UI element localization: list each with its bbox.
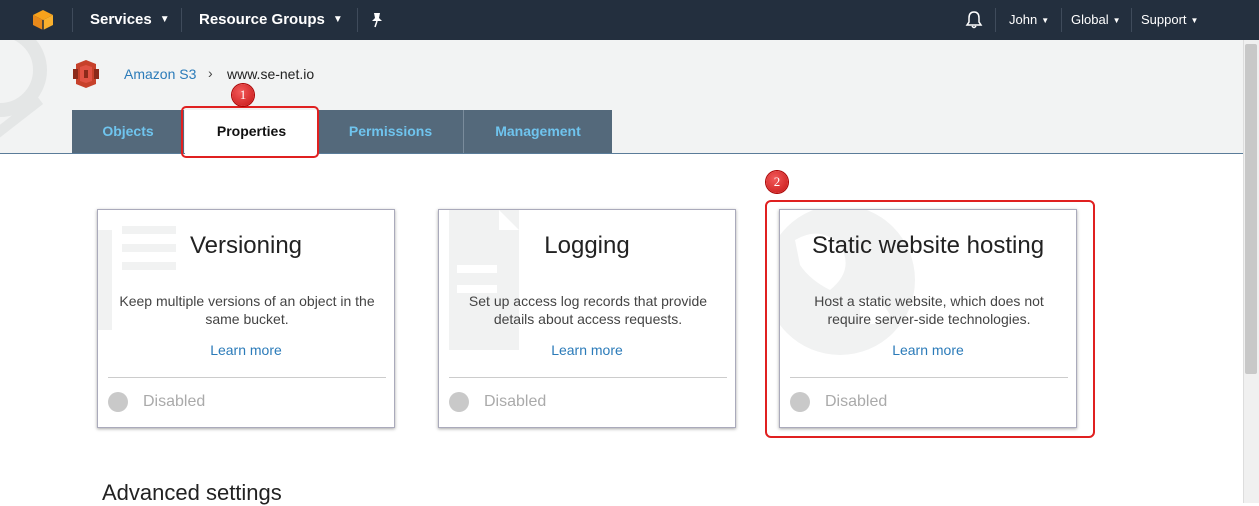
nav-divider xyxy=(1131,8,1132,32)
support-label: Support xyxy=(1141,12,1187,27)
tab-objects[interactable]: Objects xyxy=(72,110,184,153)
nav-divider xyxy=(1061,8,1062,32)
chevron-down-icon: ▼ xyxy=(332,14,343,26)
status-text: Disabled xyxy=(484,393,547,410)
region-label: Global xyxy=(1071,12,1109,27)
user-menu[interactable]: John ▼ xyxy=(1009,0,1049,40)
nav-divider xyxy=(357,8,358,32)
top-navigation-bar: Services ▼ Resource Groups ▼ John ▼ Global ▼… xyxy=(0,0,1259,40)
caret-down-icon: ▼ xyxy=(1112,15,1121,25)
properties-tab-highlight xyxy=(181,106,319,158)
s3-bucket-icon xyxy=(73,60,99,88)
breadcrumb-separator: › xyxy=(208,65,213,81)
caret-down-icon: ▼ xyxy=(1190,15,1199,25)
logging-card[interactable]: Logging Set up access log records that p… xyxy=(438,209,736,428)
chevron-down-icon: ▼ xyxy=(159,14,170,26)
card-description: Keep multiple versions of an object in t… xyxy=(119,293,375,327)
breadcrumb-amazon-s3-link[interactable]: Amazon S3 xyxy=(124,66,196,82)
card-divider xyxy=(449,377,727,378)
card-divider xyxy=(108,377,386,378)
caret-down-icon: ▼ xyxy=(1041,15,1050,25)
services-label: Services xyxy=(90,11,152,28)
resource-groups-menu[interactable]: Resource Groups ▼ xyxy=(199,0,343,40)
status-indicator-icon xyxy=(108,392,128,412)
pin-icon[interactable] xyxy=(370,12,384,28)
background-decoration xyxy=(0,40,47,138)
bell-icon[interactable] xyxy=(964,11,984,29)
scrollbar-thumb[interactable] xyxy=(1245,44,1257,374)
learn-more-link[interactable]: Learn more xyxy=(439,342,735,358)
step-badge-1: 1 xyxy=(232,84,254,106)
versioning-card[interactable]: Versioning Keep multiple versions of an … xyxy=(97,209,395,428)
resource-groups-label: Resource Groups xyxy=(199,11,325,28)
breadcrumb-bucket-name: www.se-net.io xyxy=(227,66,315,82)
card-title: Logging xyxy=(544,232,630,259)
user-label: John xyxy=(1009,12,1038,27)
advanced-settings-heading: Advanced settings xyxy=(102,480,282,505)
learn-more-link[interactable]: Learn more xyxy=(98,342,394,358)
status-indicator-icon xyxy=(449,392,469,412)
nav-divider xyxy=(995,8,996,32)
nav-divider xyxy=(181,8,182,32)
region-menu[interactable]: Global ▼ xyxy=(1071,0,1121,40)
card-title: Versioning xyxy=(189,232,303,259)
tab-management[interactable]: Management xyxy=(464,110,612,153)
static-website-hosting-highlight xyxy=(765,200,1095,438)
nav-divider xyxy=(72,8,73,32)
services-menu[interactable]: Services ▼ xyxy=(90,0,170,40)
support-menu[interactable]: Support ▼ xyxy=(1141,0,1198,40)
status-text: Disabled xyxy=(143,393,206,410)
tab-permissions[interactable]: Permissions xyxy=(318,110,464,153)
aws-cube-icon[interactable] xyxy=(32,9,54,31)
card-description: Set up access log records that provide d… xyxy=(468,293,708,327)
step-badge-2: 2 xyxy=(766,171,788,193)
